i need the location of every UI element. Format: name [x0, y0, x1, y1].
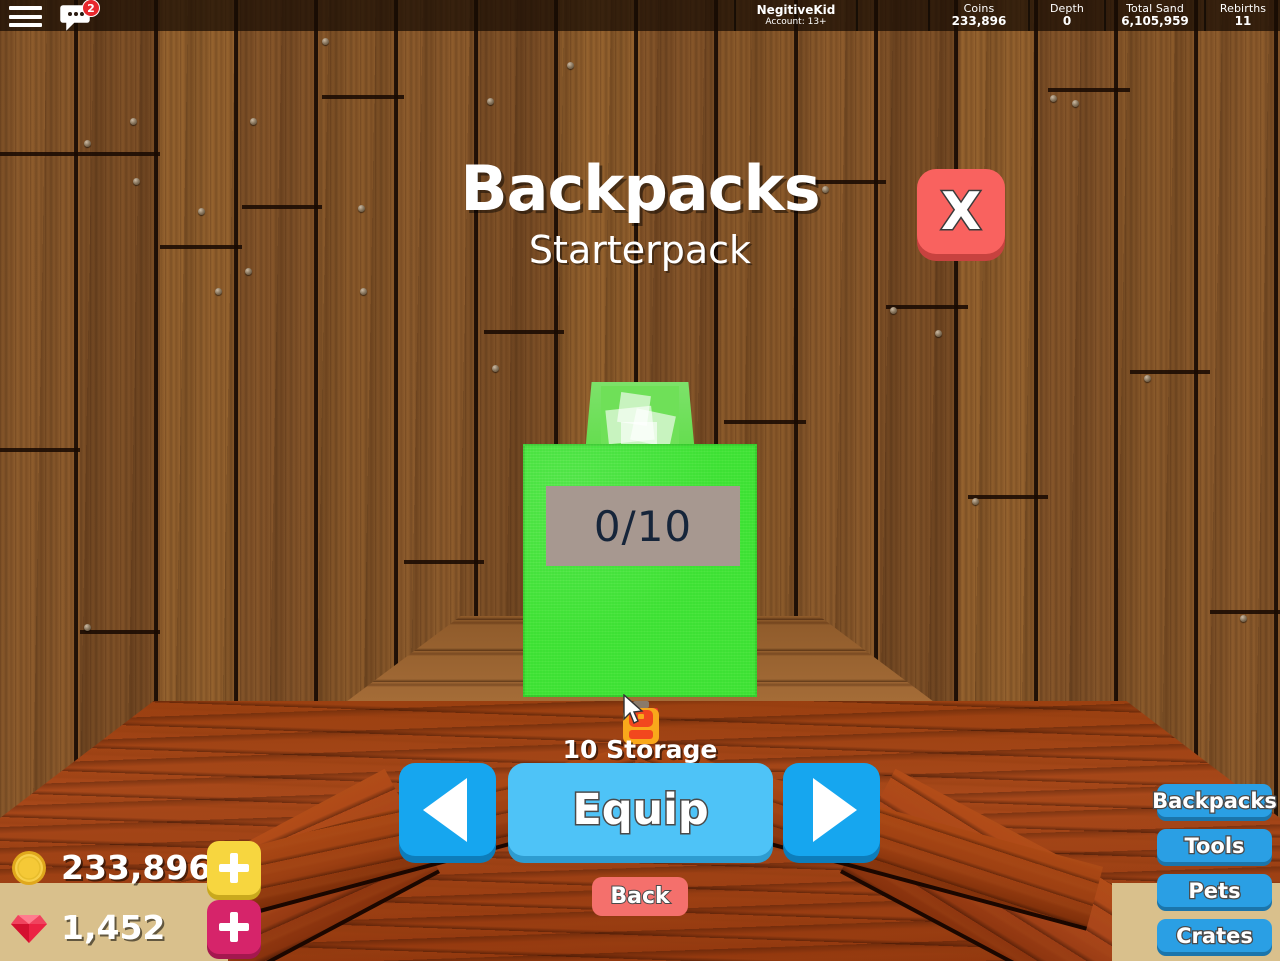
stat-rebirths: Rebirths 11 — [1219, 2, 1267, 28]
plus-icon — [219, 912, 249, 942]
coins-display: 233,896 — [10, 848, 211, 887]
plus-icon — [219, 853, 249, 883]
backpack-3d-model: 0/10 — [523, 382, 757, 697]
previous-item-button[interactable] — [399, 763, 496, 856]
back-label: Back — [609, 883, 670, 910]
next-item-button[interactable] — [783, 763, 880, 856]
add-gems-button[interactable] — [207, 900, 261, 954]
red-gem-icon — [11, 914, 47, 943]
mouse-cursor — [622, 693, 644, 730]
nav-button-backpacks[interactable]: Backpacks — [1151, 784, 1278, 817]
nav-button-crates[interactable]: Crates — [1157, 919, 1272, 952]
back-button[interactable]: Back — [592, 877, 688, 916]
gems-value: 1,452 — [61, 908, 166, 947]
close-label: X — [939, 180, 982, 243]
chevron-right-icon — [812, 777, 857, 842]
chevron-left-icon — [422, 777, 467, 842]
nav-button-pets[interactable]: Pets — [1157, 874, 1272, 907]
stat-coins: Coins 233,896 — [951, 2, 1007, 28]
game-viewport: 0/10 NegitiveKid Account: 13+ Coins 233,… — [0, 0, 1280, 961]
username-label: NegitiveKid — [756, 2, 836, 17]
stat-total-sand: Total Sand 6,105,959 — [1121, 2, 1189, 28]
close-button[interactable]: X — [917, 169, 1005, 254]
nav-button-tools[interactable]: Tools — [1157, 829, 1272, 862]
account-age-label: Account: 13+ — [765, 16, 827, 27]
stat-depth: Depth 0 — [1049, 2, 1084, 28]
hamburger-menu-icon[interactable] — [9, 6, 42, 27]
equip-button[interactable]: Equip — [508, 763, 773, 856]
category-nav: Backpacks Tools Pets Crates — [1151, 784, 1278, 961]
top-status-bar: NegitiveKid Account: 13+ Coins 233,896 D… — [0, 0, 1280, 31]
page-title: Backpacks — [460, 152, 820, 225]
add-coins-button[interactable] — [207, 841, 261, 895]
page-subtitle: Starterpack — [528, 228, 752, 272]
capacity-panel: 0/10 — [546, 486, 740, 566]
coins-value: 233,896 — [61, 848, 212, 887]
capacity-label: 0/10 — [593, 501, 693, 551]
equip-label: Equip — [571, 783, 710, 836]
gems-display: 1,452 — [10, 908, 165, 947]
account-info: NegitiveKid Account: 13+ — [736, 0, 856, 31]
gold-coin-icon — [12, 850, 46, 885]
chat-bubble-icon[interactable]: 2 — [60, 0, 100, 31]
storage-label: 10 Storage — [562, 735, 718, 764]
